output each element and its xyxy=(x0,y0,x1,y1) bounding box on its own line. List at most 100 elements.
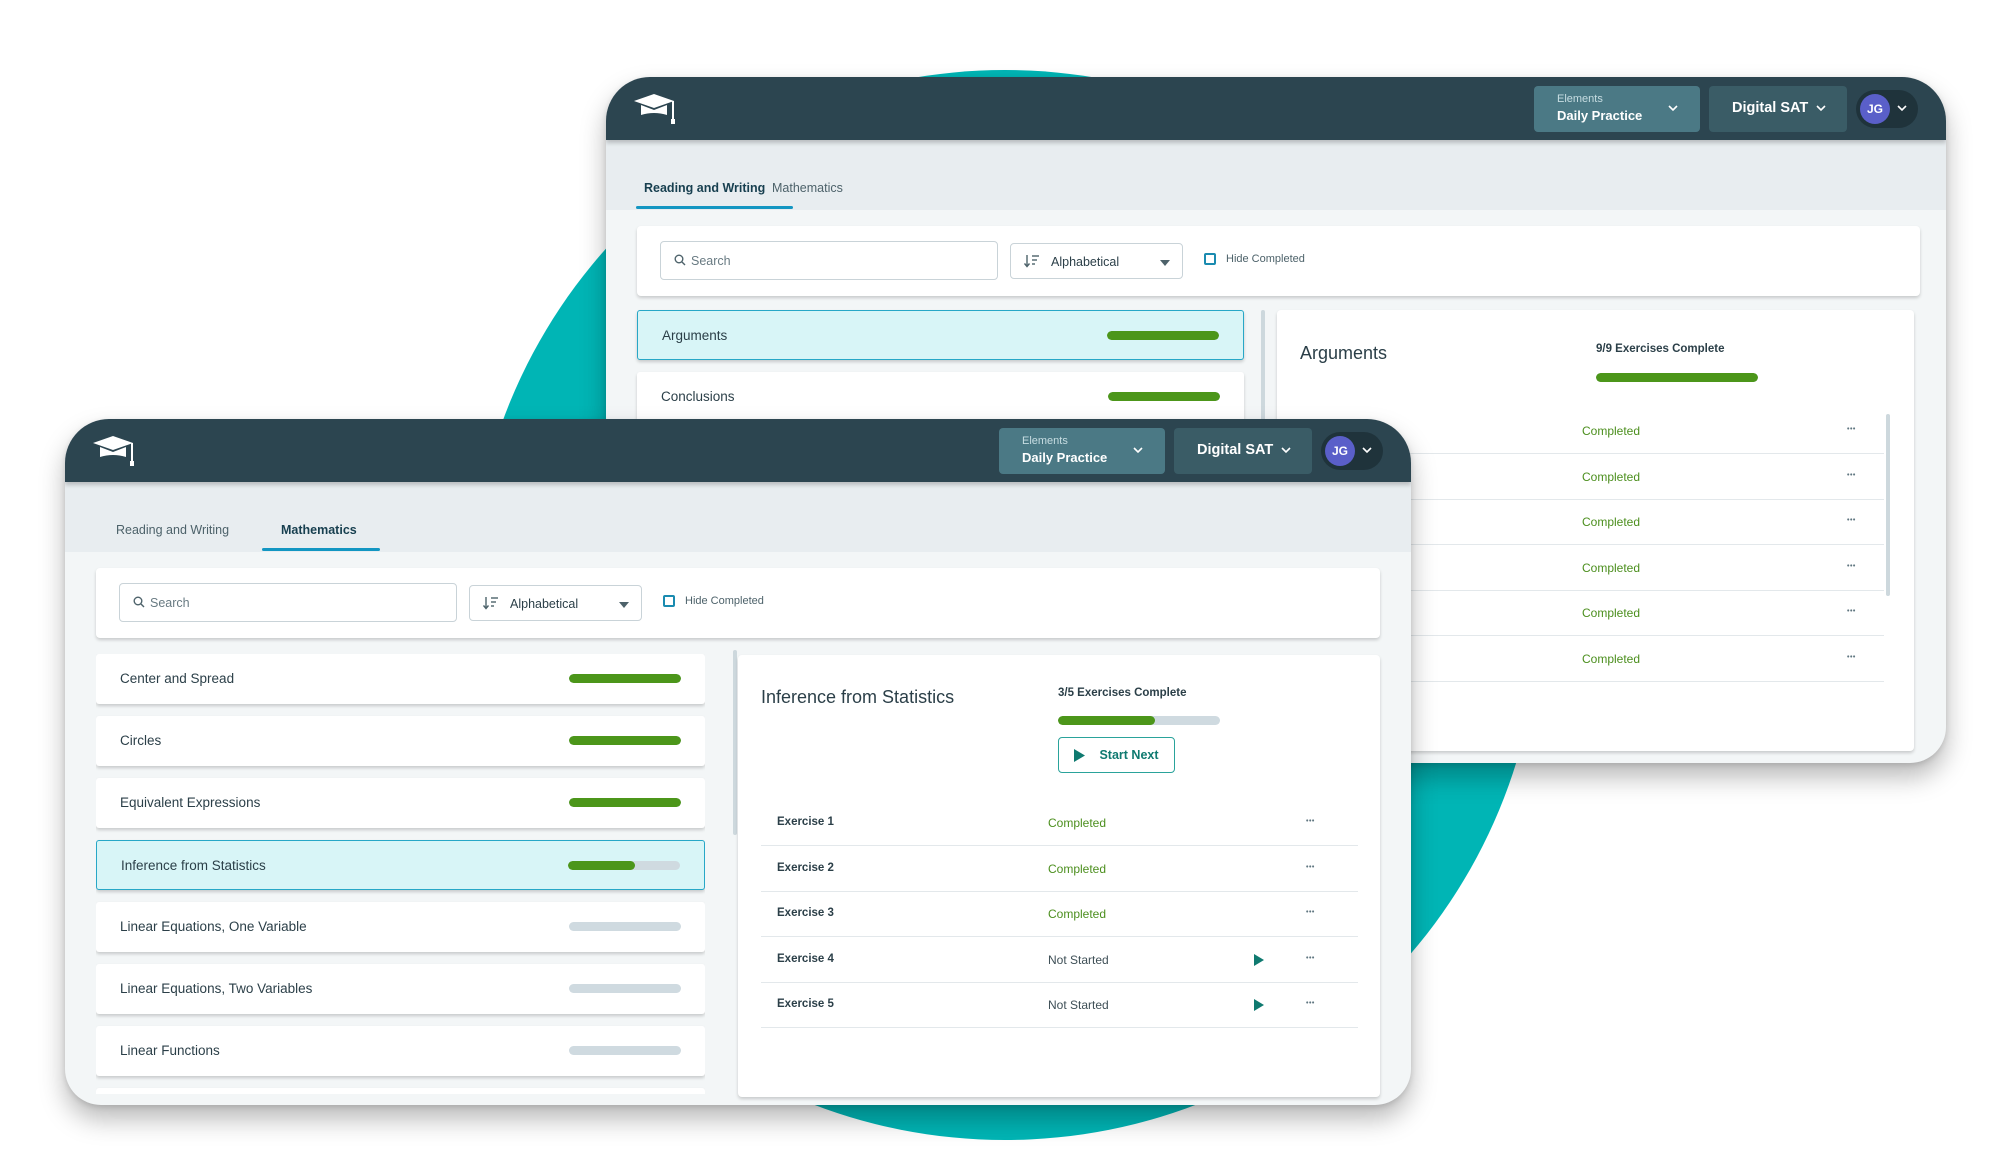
hide-completed-checkbox[interactable] xyxy=(1204,253,1216,265)
program-dropdown[interactable]: Elements Daily Practice xyxy=(999,428,1165,474)
skill-progress-bar xyxy=(569,922,681,931)
exercise-status: Completed xyxy=(1048,861,1107,876)
exercises-complete-count: 3/5 Exercises Complete xyxy=(1058,687,1187,699)
sort-value: Alphabetical xyxy=(510,597,579,611)
user-menu[interactable]: JG xyxy=(1321,432,1383,470)
exercise-progress-bar xyxy=(1058,716,1220,725)
exercise-status: Not Started xyxy=(1048,998,1109,1012)
skill-detail-title: Inference from Statistics xyxy=(761,687,955,707)
tab-reading-and-writing[interactable]: Reading and Writing xyxy=(116,523,229,537)
app-header: Elements Daily Practice Digital SAT JG xyxy=(606,77,1946,140)
test-dropdown-value: Digital SAT xyxy=(1732,100,1809,116)
exercise-row[interactable]: Exercise 3 Completed ••• xyxy=(761,892,1358,937)
skill-progress-bar xyxy=(568,861,680,870)
filter-bar: Alphabetical Hide Completed xyxy=(637,226,1920,296)
exercise-name: Exercise 4 xyxy=(777,952,834,965)
skill-list-item[interactable]: Inference from Statistics xyxy=(96,840,705,890)
more-options-icon[interactable]: ••• xyxy=(1847,517,1856,524)
hide-completed-toggle[interactable]: Hide Completed xyxy=(1204,253,1305,265)
search-input[interactable] xyxy=(150,593,430,613)
chevron-down-icon xyxy=(1281,447,1291,454)
more-options-icon[interactable]: ••• xyxy=(1306,864,1315,871)
exercise-status: Completed xyxy=(1048,907,1107,921)
skill-progress-fill xyxy=(1108,392,1220,401)
more-options-icon[interactable]: ••• xyxy=(1306,818,1315,825)
exercise-row[interactable]: Exercise 4 Not Started ••• xyxy=(761,938,1358,983)
skill-progress-fill xyxy=(568,861,636,870)
subject-tabs: Reading and Writing Mathematics xyxy=(65,482,1411,552)
avatar: JG xyxy=(1860,94,1890,124)
sort-dropdown[interactable]: Alphabetical xyxy=(469,585,642,621)
skill-progress-bar xyxy=(1107,331,1219,340)
search-input[interactable] xyxy=(691,251,971,271)
hide-completed-checkbox[interactable] xyxy=(663,595,675,607)
test-dropdown[interactable]: Digital SAT xyxy=(1709,86,1847,132)
skill-progress-fill xyxy=(569,736,681,745)
play-icon[interactable] xyxy=(1254,953,1264,966)
exercise-table-scrollbar[interactable] xyxy=(1886,414,1890,596)
skill-list-item[interactable]: Linear Functions xyxy=(96,1026,705,1076)
chevron-down-icon xyxy=(1816,105,1826,112)
skill-list-item[interactable]: Linear Equations, Two Variables xyxy=(96,964,705,1014)
start-next-button[interactable]: Start Next xyxy=(1058,737,1175,773)
exercise-row[interactable]: Exercise 2 Completed ••• xyxy=(761,847,1358,892)
graduation-cap-icon[interactable] xyxy=(91,433,137,469)
skill-list-item[interactable]: Arguments xyxy=(637,310,1244,360)
program-dropdown-caption: Elements xyxy=(1557,93,1603,105)
search-icon xyxy=(133,596,145,608)
tab-reading-and-writing[interactable]: Reading and Writing xyxy=(644,181,765,195)
more-options-icon[interactable]: ••• xyxy=(1847,608,1856,615)
subject-tabs: Reading and Writing Mathematics xyxy=(606,140,1946,210)
search-field[interactable] xyxy=(119,583,457,622)
play-icon[interactable] xyxy=(1254,999,1264,1011)
skill-name: Inference from Statistics xyxy=(121,858,266,873)
app-header: Elements Daily Practice Digital SAT JG xyxy=(65,419,1411,482)
skill-progress-bar xyxy=(569,674,681,683)
more-options-icon[interactable]: ••• xyxy=(1306,909,1315,916)
skill-list-item-partial[interactable] xyxy=(96,1088,705,1094)
avatar: JG xyxy=(1325,436,1355,466)
test-dropdown-value: Digital SAT xyxy=(1197,442,1274,458)
sort-value: Alphabetical xyxy=(1051,255,1120,269)
more-options-icon[interactable]: ••• xyxy=(1847,654,1856,661)
exercise-status: Completed xyxy=(1582,424,1641,438)
skill-name: Equivalent Expressions xyxy=(120,795,261,810)
tab-mathematics[interactable]: Mathematics xyxy=(281,523,357,537)
exercise-row[interactable]: Exercise 5 Not Started ••• xyxy=(761,983,1358,1028)
skill-name: Linear Equations, Two Variables xyxy=(120,981,313,996)
exercise-progress-fill xyxy=(1596,373,1758,382)
test-dropdown[interactable]: Digital SAT xyxy=(1174,428,1312,474)
skill-list: Center and Spread Circles Equivalent Expre… xyxy=(96,654,705,1094)
search-field[interactable] xyxy=(660,241,998,280)
exercise-row[interactable]: Exercise 1 Completed ••• xyxy=(761,801,1358,846)
skill-list-item[interactable]: Linear Equations, One Variable xyxy=(96,902,705,952)
front-app-window: Elements Daily Practice Digital SAT JG R… xyxy=(65,419,1411,1105)
skill-progress-bar xyxy=(569,798,681,807)
hide-completed-toggle[interactable]: Hide Completed xyxy=(663,595,764,607)
more-options-icon[interactable]: ••• xyxy=(1306,1000,1315,1007)
sort-icon xyxy=(1024,255,1039,268)
skill-list-item[interactable]: Equivalent Expressions xyxy=(96,778,705,828)
user-menu[interactable]: JG xyxy=(1856,90,1918,128)
skill-list-scrollbar[interactable] xyxy=(733,650,737,835)
active-tab-indicator xyxy=(262,548,380,551)
skill-name: Circles xyxy=(120,733,162,748)
skill-list-item[interactable]: Conclusions xyxy=(637,372,1244,422)
skill-name: Linear Equations, One Variable xyxy=(120,919,307,934)
tab-mathematics[interactable]: Mathematics xyxy=(772,181,843,195)
exercise-status: Completed xyxy=(1048,816,1107,830)
skill-progress-bar xyxy=(569,984,681,993)
skill-list-item[interactable]: Center and Spread xyxy=(96,654,705,704)
skill-list-item[interactable]: Circles xyxy=(96,716,705,766)
program-dropdown[interactable]: Elements Daily Practice xyxy=(1534,86,1700,132)
exercise-name: Exercise 2 xyxy=(777,861,834,874)
sort-dropdown[interactable]: Alphabetical xyxy=(1010,243,1183,279)
graduation-cap-icon[interactable] xyxy=(632,91,678,127)
more-options-icon[interactable]: ••• xyxy=(1847,563,1856,570)
more-options-icon[interactable]: ••• xyxy=(1306,955,1315,962)
caret-down-icon xyxy=(619,602,629,608)
more-options-icon[interactable]: ••• xyxy=(1847,426,1856,433)
skill-detail-panel: Inference from Statistics 3/5 Exercises … xyxy=(738,655,1380,1097)
more-options-icon[interactable]: ••• xyxy=(1847,472,1856,479)
skill-name: Arguments xyxy=(662,328,728,343)
